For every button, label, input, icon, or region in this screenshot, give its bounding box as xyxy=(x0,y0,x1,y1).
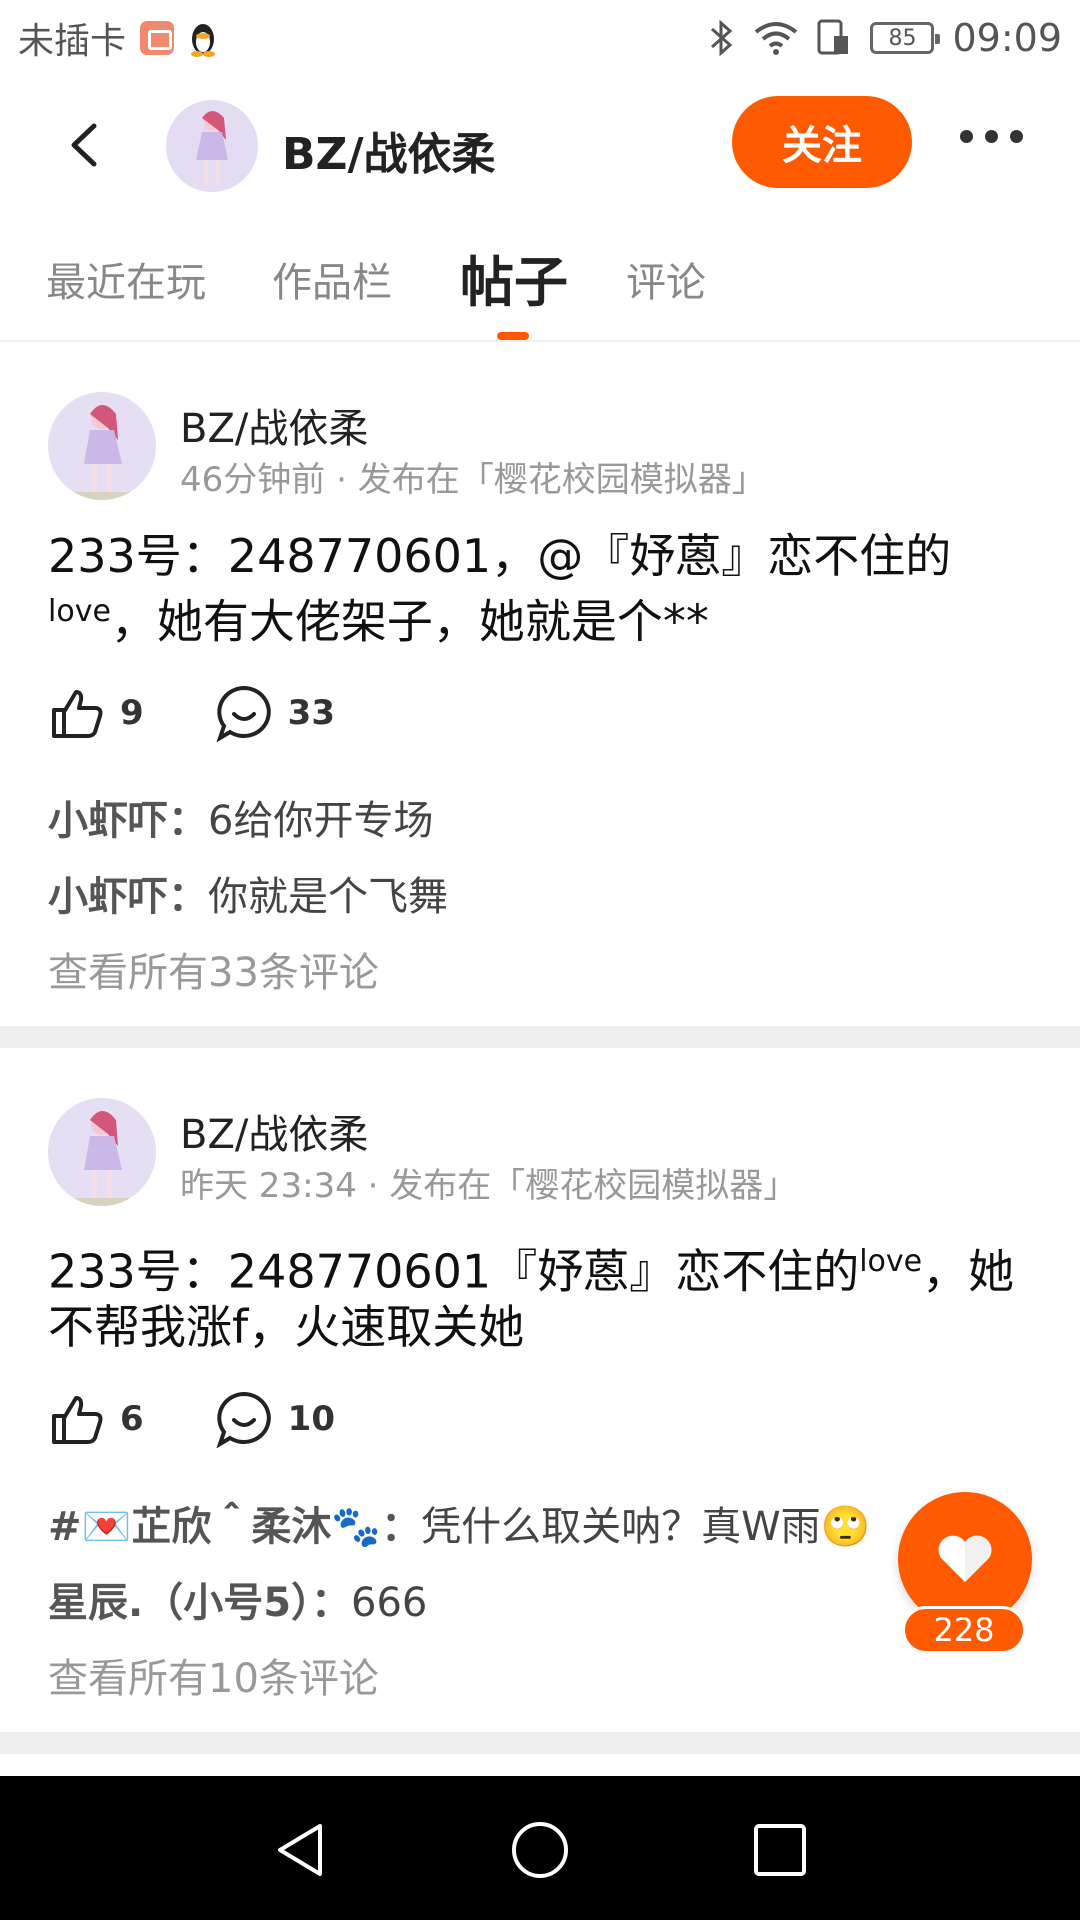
comment-preview[interactable]: 小虾吓：你就是个飞舞 xyxy=(48,864,448,922)
like-total-badge: 228 xyxy=(902,1606,1026,1654)
tab-recently-played[interactable]: 最近在玩 xyxy=(46,250,206,308)
like-button[interactable]: 9 xyxy=(48,684,144,742)
post-actions: 9 33 xyxy=(48,684,405,742)
comment-preview[interactable]: 星辰.（小号5）：666 xyxy=(48,1570,427,1628)
comment-preview[interactable]: #💌芷欣＾柔沐🐾：凭什么取关呐？真W雨🙄 xyxy=(48,1494,870,1552)
nav-home-icon[interactable] xyxy=(510,1820,570,1880)
back-arrow-icon[interactable] xyxy=(62,120,112,170)
wifi-icon xyxy=(755,22,798,55)
notification-app-icon xyxy=(140,21,175,55)
thumbs-up-icon xyxy=(52,1396,103,1444)
post-divider xyxy=(0,1732,1080,1754)
tab-works[interactable]: 作品栏 xyxy=(272,250,392,308)
post-meta: 46分钟前 · 发布在「樱花校园模拟器」 xyxy=(180,460,766,500)
post-content[interactable]: 233号：248770601，@『妤蒽』恋不住的love，她有大佬架子，她就是个… xyxy=(48,528,1038,649)
like-count: 6 xyxy=(120,1399,144,1439)
thumbs-up-icon xyxy=(52,690,103,738)
tab-posts[interactable]: 帖子 xyxy=(460,238,568,317)
author-avatar[interactable] xyxy=(48,1098,156,1206)
post-source[interactable]: 发布在「樱花校园模拟器」 xyxy=(389,1166,797,1206)
profile-name: BZ/战依柔 xyxy=(282,129,496,180)
post-time: 46分钟前 xyxy=(180,460,326,500)
heart-icon xyxy=(938,1535,992,1582)
tab-comments[interactable]: 评论 xyxy=(626,250,706,308)
comment-count: 10 xyxy=(287,1399,335,1439)
post-source[interactable]: 发布在「樱花校园模拟器」 xyxy=(358,460,766,500)
post-time: 昨天 23:34 xyxy=(180,1166,357,1206)
battery-indicator: 85 xyxy=(870,22,941,54)
post-card[interactable]: BZ/战依柔 46分钟前 · 发布在「樱花校园模拟器」 233号：2487706… xyxy=(0,344,1080,1024)
nav-back-icon[interactable] xyxy=(270,1820,330,1880)
profile-avatar[interactable] xyxy=(166,100,258,192)
follow-button[interactable]: 关注 xyxy=(732,96,912,188)
view-all-comments-link[interactable]: 查看所有33条评论 xyxy=(48,940,379,998)
qq-penguin-icon xyxy=(191,24,216,57)
profile-header: BZ/战依柔 关注 xyxy=(0,90,1080,200)
comment-button[interactable]: 10 xyxy=(214,1390,335,1448)
view-all-comments-link[interactable]: 查看所有10条评论 xyxy=(48,1646,379,1704)
post-meta: 昨天 23:34 · 发布在「樱花校园模拟器」 xyxy=(180,1166,798,1206)
carrier-text: 未插卡 xyxy=(18,21,127,62)
comment-bubble-icon xyxy=(216,1391,271,1448)
active-tab-indicator xyxy=(497,332,529,340)
profile-tabs: 最近在玩 作品栏 帖子 评论 xyxy=(0,230,1080,342)
system-navigation-bar xyxy=(0,1776,1080,1920)
author-name[interactable]: BZ/战依柔 xyxy=(180,1102,368,1160)
comment-button[interactable]: 33 xyxy=(214,684,335,742)
sim-status-icon xyxy=(817,19,849,55)
status-bar: 未插卡 85 09:09 xyxy=(0,0,1080,76)
comment-bubble-icon xyxy=(216,685,271,742)
like-count: 9 xyxy=(120,693,144,733)
post-divider xyxy=(0,1026,1080,1048)
more-options-icon[interactable] xyxy=(960,130,1023,143)
like-button[interactable]: 6 xyxy=(48,1390,144,1448)
author-name[interactable]: BZ/战依柔 xyxy=(180,396,368,454)
bluetooth-icon xyxy=(711,19,733,57)
post-actions: 6 10 xyxy=(48,1390,405,1448)
comment-preview[interactable]: 小虾吓：6给你开专场 xyxy=(48,788,433,846)
post-content[interactable]: 233号：248770601『妤蒽』恋不住的love，她不帮我涨f，火速取关她 xyxy=(48,1234,1038,1355)
nav-recents-icon[interactable] xyxy=(750,1820,810,1880)
comment-count: 33 xyxy=(287,693,335,733)
clock: 09:09 xyxy=(952,16,1062,60)
author-avatar[interactable] xyxy=(48,392,156,500)
